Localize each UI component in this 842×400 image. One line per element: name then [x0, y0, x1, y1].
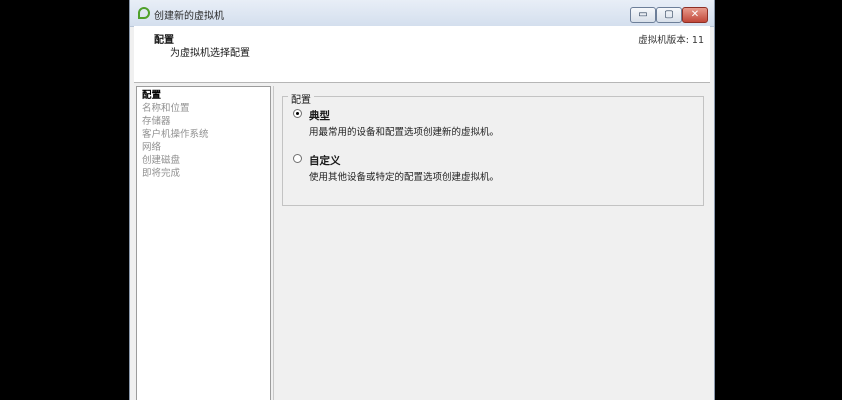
option-typical-description: 用最常用的设备和配置选项创建新的虚拟机。 [309, 127, 500, 138]
nav-step-network[interactable]: 网络 [137, 141, 270, 154]
maximize-button[interactable]: ▢ [656, 7, 682, 23]
option-typical-label[interactable]: 典型 [309, 108, 330, 123]
page-subtitle: 为虚拟机选择配置 [170, 48, 250, 59]
nav-step-ready[interactable]: 即将完成 [137, 167, 270, 180]
maximize-icon: ▢ [664, 9, 674, 20]
close-button[interactable]: ✕ [682, 7, 708, 23]
radio-typical[interactable] [293, 109, 302, 118]
radio-custom[interactable] [293, 154, 302, 163]
nav-step-guest-os[interactable]: 客户机操作系统 [137, 128, 270, 141]
wizard-steps-nav: 配置 名称和位置 存储器 客户机操作系统 网络 创建磁盘 即将完成 [136, 86, 271, 400]
config-groupbox: 配置 典型 用最常用的设备和配置选项创建新的虚拟机。 自定义 使用其他设备或特定… [282, 91, 704, 206]
vm-version-label: 虚拟机版本: 11 [638, 35, 704, 46]
close-icon: ✕ [690, 9, 700, 20]
wizard-header: 配置 为虚拟机选择配置 虚拟机版本: 11 [134, 26, 710, 83]
minimize-icon: ▭ [638, 9, 648, 20]
option-custom-description: 使用其他设备或特定的配置选项创建虚拟机。 [309, 172, 500, 183]
app-icon [138, 7, 150, 19]
create-vm-dialog: 创建新的虚拟机 ▭ ▢ ✕ 配置 为虚拟机选择配置 虚拟机版本: 11 配置 名… [129, 0, 715, 400]
window-title: 创建新的虚拟机 [154, 11, 224, 22]
nav-step-create-disk[interactable]: 创建磁盘 [137, 154, 270, 167]
nav-step-name-location[interactable]: 名称和位置 [137, 102, 270, 115]
title-bar[interactable]: 创建新的虚拟机 ▭ ▢ ✕ [130, 0, 714, 27]
option-custom-label[interactable]: 自定义 [309, 153, 341, 168]
wizard-content: 配置 典型 用最常用的设备和配置选项创建新的虚拟机。 自定义 使用其他设备或特定… [273, 86, 712, 400]
nav-step-storage[interactable]: 存储器 [137, 115, 270, 128]
nav-step-config[interactable]: 配置 [137, 89, 270, 102]
minimize-button[interactable]: ▭ [630, 7, 656, 23]
groupbox-title: 配置 [288, 91, 314, 106]
